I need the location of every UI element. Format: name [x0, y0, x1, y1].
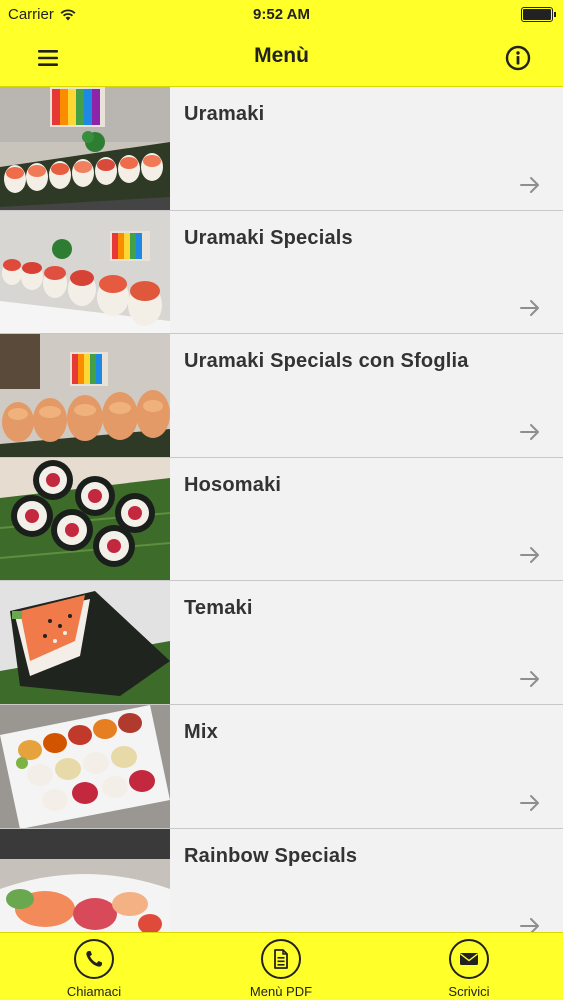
menu-pdf-button[interactable]	[261, 939, 301, 979]
hosomaki-photo	[0, 457, 170, 581]
phone-icon	[86, 951, 102, 967]
menu-item-label: Hosomaki	[184, 473, 282, 496]
menu-item-uramaki-specials[interactable]: Uramaki Specials	[0, 210, 563, 335]
menu-item-uramaki[interactable]: Uramaki	[0, 87, 563, 211]
tab-chiamaci[interactable]: Chiamaci	[34, 939, 154, 999]
email-button[interactable]	[449, 939, 489, 979]
menu-item-temaki[interactable]: Temaki	[0, 581, 563, 705]
status-time: 9:52 AM	[253, 6, 310, 23]
menu-list: Uramaki Uramaki Specials Uramaki Special…	[0, 87, 563, 932]
navigation-bar: Menù	[0, 30, 563, 87]
tab-label: Scrivici	[448, 984, 490, 999]
info-icon	[505, 45, 531, 71]
phone-button[interactable]	[74, 939, 114, 979]
arrow-right-icon	[520, 423, 539, 440]
menu-item-label: Mix	[184, 720, 218, 743]
menu-item-label: Uramaki Specials	[184, 226, 353, 249]
menu-item-rainbow-specials[interactable]: Rainbow Specials	[0, 828, 563, 932]
uramaki-specials-photo	[0, 210, 170, 334]
arrow-right-icon	[520, 918, 539, 932]
temaki-photo	[0, 581, 170, 704]
menu-item-uramaki-specials-con-sfoglia[interactable]: Uramaki Specials con Sfoglia	[0, 334, 563, 458]
arrow-right-icon	[520, 300, 539, 317]
tab-bar: Chiamaci Menù PDF Scrivici	[0, 932, 563, 1000]
page-title: Menù	[254, 44, 309, 67]
envelope-icon	[460, 953, 478, 965]
info-button[interactable]	[503, 43, 533, 73]
menu-item-hosomaki[interactable]: Hosomaki	[0, 457, 563, 582]
menu-item-mix[interactable]: Mix	[0, 704, 563, 829]
tab-scrivici[interactable]: Scrivici	[409, 939, 529, 999]
document-icon	[274, 949, 288, 969]
status-bar: Carrier 9:52 AM	[0, 0, 563, 30]
menu-item-label: Uramaki	[184, 103, 265, 125]
tab-label: Menù PDF	[249, 984, 313, 999]
uramaki-photo	[0, 87, 170, 210]
tab-menu-pdf[interactable]: Menù PDF	[221, 939, 341, 999]
arrow-right-icon	[520, 176, 539, 193]
arrow-right-icon	[520, 547, 539, 564]
battery-icon	[521, 7, 556, 22]
uramaki-sfoglia-photo	[0, 334, 170, 457]
arrow-right-icon	[520, 794, 539, 811]
rainbow-specials-photo	[0, 828, 170, 932]
mix-photo	[0, 704, 170, 828]
menu-item-label: Temaki	[184, 597, 253, 620]
arrow-right-icon	[520, 670, 539, 687]
menu-item-label: Uramaki Specials con Sfoglia	[184, 350, 469, 373]
tab-label: Chiamaci	[66, 984, 122, 999]
menu-item-label: Rainbow Specials	[184, 844, 358, 867]
